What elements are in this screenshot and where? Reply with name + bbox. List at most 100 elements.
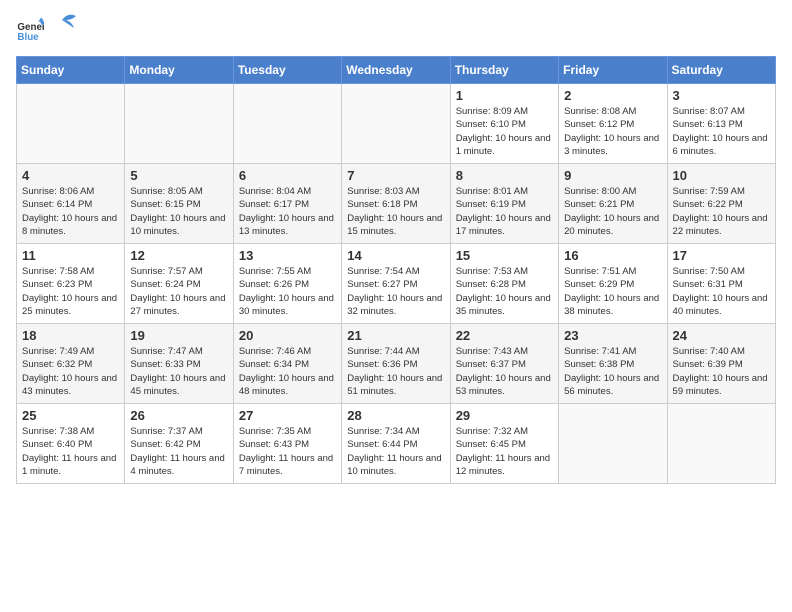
calendar-cell: 4Sunrise: 8:06 AM Sunset: 6:14 PM Daylig… [17,164,125,244]
calendar-cell [17,84,125,164]
calendar-header-row: SundayMondayTuesdayWednesdayThursdayFrid… [17,57,776,84]
calendar-cell: 19Sunrise: 7:47 AM Sunset: 6:33 PM Dayli… [125,324,233,404]
day-number: 19 [130,328,227,343]
calendar-cell [233,84,341,164]
calendar-cell: 6 Sunrise: 8:04 AM Sunset: 6:17 PM Daylig… [233,164,341,244]
calendar-cell: 27 Sunrise: 7:35 AM Sunset: 6:43 PM Dayli… [233,404,341,484]
calendar-cell: 12 Sunrise: 7:57 AM Sunset: 6:24 PM Dayli… [125,244,233,324]
calendar-cell [559,404,667,484]
calendar-cell: 20Sunrise: 7:46 AM Sunset: 6:34 PM Dayli… [233,324,341,404]
day-info: Sunrise: 8:01 AM Sunset: 6:19 PM Dayligh… [456,185,553,238]
day-info: Sunrise: 7:53 AM Sunset: 6:28 PM Dayligh… [456,265,553,318]
calendar-cell: 8 Sunrise: 8:01 AM Sunset: 6:19 PM Daylig… [450,164,558,244]
calendar-cell: 10 Sunrise: 7:59 AM Sunset: 6:22 PM Dayli… [667,164,775,244]
day-info: Sunrise: 7:43 AM Sunset: 6:37 PM Dayligh… [456,345,553,398]
day-number: 8 [456,168,553,183]
calendar-cell: 23 Sunrise: 7:41 AM Sunset: 6:38 PM Dayli… [559,324,667,404]
day-info: Sunrise: 7:32 AM Sunset: 6:45 PM Dayligh… [456,425,553,478]
day-number: 2 [564,88,661,103]
day-number: 17 [673,248,770,263]
day-number: 14 [347,248,444,263]
calendar-cell: 14 Sunrise: 7:54 AM Sunset: 6:27 PM Dayli… [342,244,450,324]
column-header-tuesday: Tuesday [233,57,341,84]
day-number: 16 [564,248,661,263]
day-info: Sunrise: 7:41 AM Sunset: 6:38 PM Dayligh… [564,345,661,398]
column-header-friday: Friday [559,57,667,84]
day-info: Sunrise: 7:59 AM Sunset: 6:22 PM Dayligh… [673,185,770,238]
day-info: Sunrise: 8:07 AM Sunset: 6:13 PM Dayligh… [673,105,770,158]
calendar-cell: 25Sunrise: 7:38 AM Sunset: 6:40 PM Dayli… [17,404,125,484]
day-number: 10 [673,168,770,183]
day-info: Sunrise: 8:08 AM Sunset: 6:12 PM Dayligh… [564,105,661,158]
column-header-wednesday: Wednesday [342,57,450,84]
day-number: 11 [22,248,119,263]
calendar-cell: 13 Sunrise: 7:55 AM Sunset: 6:26 PM Dayli… [233,244,341,324]
day-info: Sunrise: 7:34 AM Sunset: 6:44 PM Dayligh… [347,425,444,478]
day-number: 1 [456,88,553,103]
day-info: Sunrise: 7:50 AM Sunset: 6:31 PM Dayligh… [673,265,770,318]
calendar-cell [125,84,233,164]
day-number: 27 [239,408,336,423]
calendar-cell: 11 Sunrise: 7:58 AM Sunset: 6:23 PM Dayli… [17,244,125,324]
column-header-monday: Monday [125,57,233,84]
day-info: Sunrise: 7:54 AM Sunset: 6:27 PM Dayligh… [347,265,444,318]
day-number: 18 [22,328,119,343]
column-header-thursday: Thursday [450,57,558,84]
day-info: Sunrise: 7:37 AM Sunset: 6:42 PM Dayligh… [130,425,227,478]
day-number: 22 [456,328,553,343]
day-info: Sunrise: 8:00 AM Sunset: 6:21 PM Dayligh… [564,185,661,238]
calendar-cell: 7 Sunrise: 8:03 AM Sunset: 6:18 PM Daylig… [342,164,450,244]
day-number: 23 [564,328,661,343]
day-info: Sunrise: 8:06 AM Sunset: 6:14 PM Dayligh… [22,185,119,238]
day-info: Sunrise: 8:03 AM Sunset: 6:18 PM Dayligh… [347,185,444,238]
calendar-cell: 26 Sunrise: 7:37 AM Sunset: 6:42 PM Dayli… [125,404,233,484]
calendar-cell: 17 Sunrise: 7:50 AM Sunset: 6:31 PM Dayli… [667,244,775,324]
calendar-cell: 1Sunrise: 8:09 AM Sunset: 6:10 PM Daylig… [450,84,558,164]
column-header-saturday: Saturday [667,57,775,84]
calendar-cell: 21 Sunrise: 7:44 AM Sunset: 6:36 PM Dayli… [342,324,450,404]
day-number: 13 [239,248,336,263]
calendar-cell: 15Sunrise: 7:53 AM Sunset: 6:28 PM Dayli… [450,244,558,324]
day-number: 26 [130,408,227,423]
calendar-body: 1Sunrise: 8:09 AM Sunset: 6:10 PM Daylig… [17,84,776,484]
day-number: 6 [239,168,336,183]
day-info: Sunrise: 8:04 AM Sunset: 6:17 PM Dayligh… [239,185,336,238]
day-info: Sunrise: 7:35 AM Sunset: 6:43 PM Dayligh… [239,425,336,478]
day-number: 20 [239,328,336,343]
day-info: Sunrise: 7:49 AM Sunset: 6:32 PM Dayligh… [22,345,119,398]
day-info: Sunrise: 7:57 AM Sunset: 6:24 PM Dayligh… [130,265,227,318]
day-info: Sunrise: 7:40 AM Sunset: 6:39 PM Dayligh… [673,345,770,398]
day-number: 5 [130,168,227,183]
calendar-week-row: 11 Sunrise: 7:58 AM Sunset: 6:23 PM Dayli… [17,244,776,324]
day-number: 7 [347,168,444,183]
day-number: 28 [347,408,444,423]
svg-text:Blue: Blue [17,32,39,43]
calendar-cell [342,84,450,164]
calendar-cell: 28 Sunrise: 7:34 AM Sunset: 6:44 PM Dayli… [342,404,450,484]
day-number: 24 [673,328,770,343]
calendar-cell: 16 Sunrise: 7:51 AM Sunset: 6:29 PM Dayli… [559,244,667,324]
day-number: 29 [456,408,553,423]
day-number: 21 [347,328,444,343]
calendar-week-row: 4Sunrise: 8:06 AM Sunset: 6:14 PM Daylig… [17,164,776,244]
calendar-cell: 5Sunrise: 8:05 AM Sunset: 6:15 PM Daylig… [125,164,233,244]
calendar-cell: 18 Sunrise: 7:49 AM Sunset: 6:32 PM Dayli… [17,324,125,404]
calendar-cell [667,404,775,484]
calendar-cell: 29 Sunrise: 7:32 AM Sunset: 6:45 PM Dayli… [450,404,558,484]
day-info: Sunrise: 7:58 AM Sunset: 6:23 PM Dayligh… [22,265,119,318]
logo-bird-icon [54,10,76,40]
calendar-week-row: 1Sunrise: 8:09 AM Sunset: 6:10 PM Daylig… [17,84,776,164]
calendar-week-row: 25Sunrise: 7:38 AM Sunset: 6:40 PM Dayli… [17,404,776,484]
day-info: Sunrise: 7:55 AM Sunset: 6:26 PM Dayligh… [239,265,336,318]
day-info: Sunrise: 7:38 AM Sunset: 6:40 PM Dayligh… [22,425,119,478]
calendar-cell: 9Sunrise: 8:00 AM Sunset: 6:21 PM Daylig… [559,164,667,244]
day-info: Sunrise: 7:44 AM Sunset: 6:36 PM Dayligh… [347,345,444,398]
day-info: Sunrise: 7:51 AM Sunset: 6:29 PM Dayligh… [564,265,661,318]
calendar-cell: 24 Sunrise: 7:40 AM Sunset: 6:39 PM Dayli… [667,324,775,404]
calendar-cell: 3 Sunrise: 8:07 AM Sunset: 6:13 PM Daylig… [667,84,775,164]
day-number: 12 [130,248,227,263]
logo-icon: General Blue [16,16,44,44]
logo: General Blue [16,16,76,44]
calendar-cell: 22 Sunrise: 7:43 AM Sunset: 6:37 PM Dayli… [450,324,558,404]
day-number: 3 [673,88,770,103]
